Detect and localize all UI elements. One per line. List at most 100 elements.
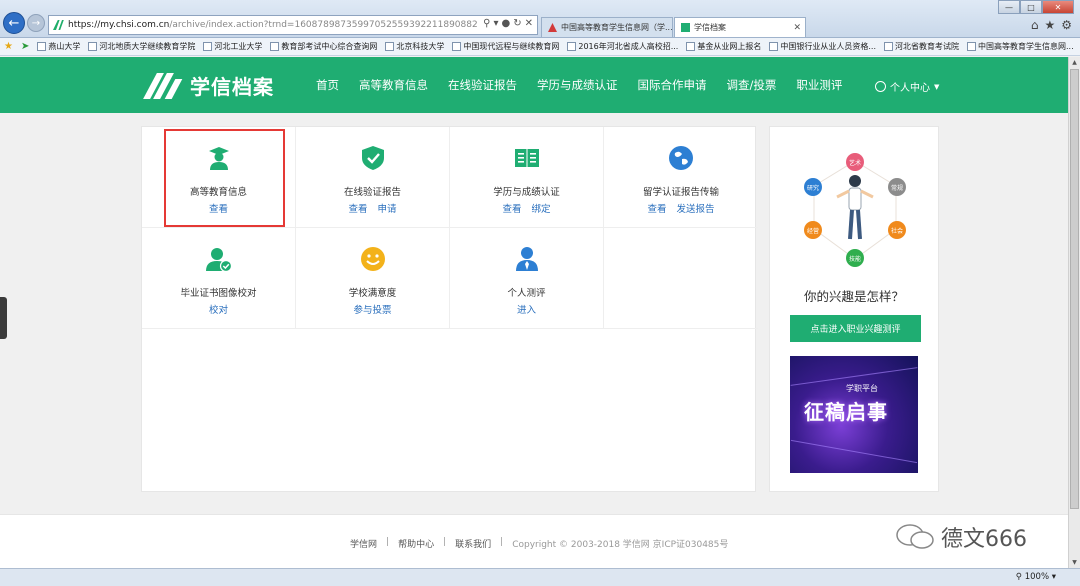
page-icon [37, 42, 47, 51]
view-link[interactable]: 查看 [502, 201, 521, 215]
bind-link[interactable]: 绑定 [532, 201, 551, 215]
career-test-panel: 艺术 常规 社会 技能 经营 研究 你的兴趣是怎样？ 点击进入职业兴趣测评 学职… [769, 126, 939, 492]
back-arrow-icon[interactable]: ← [3, 12, 25, 34]
tab-chsi[interactable]: 中国高等教育学生信息网（学... [541, 17, 673, 37]
grid-cell-diploma-image[interactable]: 毕业证书图像校对 校对 [142, 228, 296, 329]
browser-toolbar: ← → https://my.chsi.com.cn/archive/index… [0, 0, 1080, 38]
page-icon [385, 42, 395, 51]
interest-graphic: 艺术 常规 社会 技能 经营 研究 [798, 151, 912, 269]
page-icon [203, 42, 213, 51]
favorites-bar: ★ ➤ 燕山大学 河北地质大学继续教育学院 河北工业大学 教育部考试中心综合查询… [0, 38, 1080, 56]
view-link[interactable]: 查看 [647, 201, 666, 215]
copyright: Copyright © 2003-2018 学信网 京ICP证030485号 [512, 540, 729, 550]
search-icon[interactable]: ⚲ [483, 18, 490, 29]
page-icon [769, 42, 779, 51]
service-grid: 高等教育信息 查看 在线验证报告 查看 申请 学历与成绩认证 查看 绑定 留学认证报… [141, 126, 758, 492]
zoom-level[interactable]: ⚲ 100% ▾ [1016, 572, 1056, 582]
favorites-star-icon[interactable]: ★ [4, 41, 13, 52]
vote-link[interactable]: 参与投票 [353, 302, 391, 316]
nav-home[interactable]: 首页 [316, 77, 339, 93]
page-icon [967, 42, 976, 51]
favorite-item[interactable]: 中国高等教育学生信息网... [967, 41, 1074, 52]
grid-cell-study-abroad-report[interactable]: 留学认证报告传输 查看 发送报告 [604, 127, 758, 228]
grid-cell-empty [604, 228, 758, 329]
shield-check-icon [362, 146, 384, 170]
apply-link[interactable]: 申请 [378, 201, 397, 215]
status-bar: ⚲ 100% ▾ [0, 568, 1080, 586]
footer-link-chsi[interactable]: 学信网 [350, 537, 377, 550]
dropdown-icon[interactable]: ▾ [493, 18, 498, 29]
logo[interactable]: 学信档案 [142, 71, 274, 100]
watermark: 德文666 [895, 521, 1027, 553]
site-header: 学信档案 首页 高等教育信息 在线验证报告 学历与成绩认证 国际合作申请 调查/… [0, 57, 1068, 113]
view-link[interactable]: 查看 [348, 201, 367, 215]
grid-cell-school-satisfaction[interactable]: 学校满意度 参与投票 [296, 228, 450, 329]
page-icon [884, 42, 893, 51]
promo-banner[interactable]: 学职平台 征稿启事 [790, 356, 918, 473]
nav-international[interactable]: 国际合作申请 [638, 77, 707, 93]
person-figure-icon [836, 175, 874, 240]
favorite-item[interactable]: 北京科技大学 [385, 41, 444, 52]
nav-career-test[interactable]: 职业测评 [796, 77, 842, 93]
grid-cell-certification[interactable]: 学历与成绩认证 查看 绑定 [450, 127, 604, 228]
logo-mark-icon [142, 72, 186, 99]
footer-link-help[interactable]: 帮助中心 [398, 537, 434, 550]
scroll-thumb[interactable] [1070, 69, 1079, 509]
refresh-icon[interactable]: ↻ [513, 18, 521, 29]
user-center-menu[interactable]: 个人中心 ▼ [875, 79, 939, 94]
proofread-link[interactable]: 校对 [209, 302, 228, 316]
favorite-item[interactable]: 教育部考试中心综合查询网 [270, 41, 377, 52]
favorite-item[interactable]: 基金从业网上报名 [686, 41, 761, 52]
favorites-add-icon[interactable]: ➤ [21, 41, 29, 52]
side-handle[interactable] [0, 297, 7, 339]
page-scrollbar[interactable]: ▲ ▼ [1068, 57, 1080, 568]
gear-icon[interactable]: ⚙ [1061, 18, 1072, 32]
nav-certification[interactable]: 学历与成绩认证 [537, 77, 618, 93]
favorite-item[interactable]: 燕山大学 [37, 41, 80, 52]
enter-link[interactable]: 进入 [517, 302, 536, 316]
favorite-item[interactable]: 中国银行业从业人员资格... [769, 41, 876, 52]
home-icon[interactable]: ⌂ [1031, 18, 1039, 32]
nav-online-report[interactable]: 在线验证报告 [448, 77, 517, 93]
address-bar[interactable]: https://my.chsi.com.cn/archive/index.act… [48, 15, 538, 35]
send-report-link[interactable]: 发送报告 [677, 201, 715, 215]
chevron-down-icon: ▼ [934, 82, 940, 91]
magnifier-icon: ⚲ [1015, 572, 1023, 582]
page-icon [270, 42, 280, 51]
tab-favicon-icon [681, 23, 690, 32]
smiley-icon [361, 247, 385, 271]
scroll-down-icon[interactable]: ▼ [1069, 557, 1080, 568]
nav-higher-education[interactable]: 高等教育信息 [359, 77, 428, 93]
grid-cell-personal-assessment[interactable]: 个人测评 进入 [450, 228, 604, 329]
favorite-item[interactable]: 河北地质大学继续教育学院 [88, 41, 195, 52]
close-icon[interactable]: ✕ [1042, 0, 1074, 14]
scroll-up-icon[interactable]: ▲ [1069, 57, 1080, 68]
tab-close-icon[interactable]: ✕ [793, 23, 801, 33]
nav-survey[interactable]: 调查/投票 [727, 77, 777, 93]
forward-arrow-icon[interactable]: → [27, 14, 45, 32]
favorite-item[interactable]: 2016年河北省成人高校招... [567, 41, 678, 52]
stop-icon[interactable]: ✕ [525, 18, 533, 29]
main-nav: 首页 高等教育信息 在线验证报告 学历与成绩认证 国际合作申请 调查/投票 职业… [316, 77, 862, 93]
address-url: https://my.chsi.com.cn/archive/index.act… [68, 20, 478, 30]
wechat-icon [896, 524, 934, 549]
grid-cell-online-report[interactable]: 在线验证报告 查看 申请 [296, 127, 450, 228]
favorite-item[interactable]: 中国现代远程与继续教育网 [452, 41, 559, 52]
minimize-icon[interactable]: — [998, 0, 1020, 14]
user-check-icon [206, 248, 232, 272]
career-test-button[interactable]: 点击进入职业兴趣测评 [790, 315, 921, 342]
tab-favicon-icon [548, 23, 557, 32]
book-icon [515, 149, 539, 167]
site-favicon-icon [53, 20, 64, 30]
page-icon [567, 42, 577, 51]
favorite-item[interactable]: 河北工业大学 [203, 41, 262, 52]
favorite-item[interactable]: 河北省教育考试院 [884, 41, 959, 52]
page-icon [686, 42, 696, 51]
person-tie-icon [516, 247, 538, 271]
page-icon [452, 42, 462, 51]
maximize-icon[interactable]: □ [1020, 0, 1042, 14]
star-icon[interactable]: ★ [1044, 18, 1055, 32]
footer-link-contact[interactable]: 联系我们 [455, 537, 491, 550]
tab-archive[interactable]: 学信档案 ✕ [674, 17, 806, 37]
page-icon [88, 42, 98, 51]
